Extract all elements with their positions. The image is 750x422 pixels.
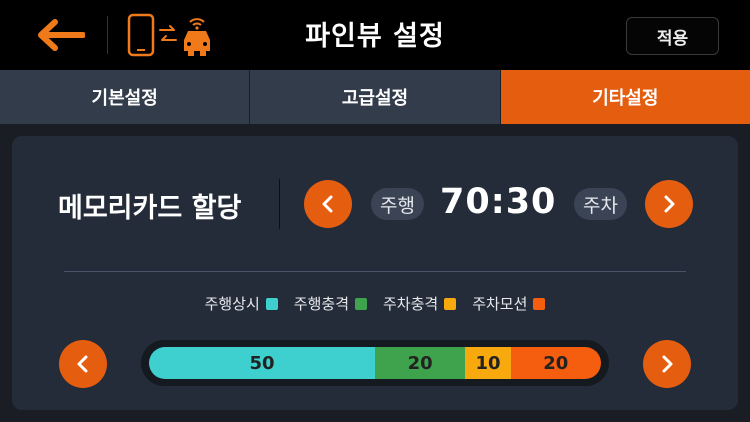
allocation-bar-track: 50 20 10 20 bbox=[141, 340, 609, 386]
bar-next-button[interactable] bbox=[643, 340, 691, 388]
legend-label: 주행상시 bbox=[204, 295, 260, 313]
segment-parking-impact: 10 bbox=[465, 347, 511, 379]
tab-basic-settings[interactable]: 기본설정 bbox=[0, 70, 251, 124]
back-button[interactable] bbox=[30, 14, 90, 56]
legend-swatch bbox=[355, 297, 367, 310]
legend-label: 주차모션 bbox=[472, 295, 528, 313]
tab-other-settings[interactable]: 기타설정 bbox=[500, 70, 750, 124]
apply-button[interactable]: 적용 bbox=[626, 17, 719, 55]
top-bar: 파인뷰 설정 적용 bbox=[0, 0, 750, 70]
legend-swatch bbox=[265, 297, 278, 310]
allocation-ratio: 70:30 bbox=[440, 182, 557, 222]
chevron-right-icon bbox=[662, 355, 673, 373]
chevron-left-icon bbox=[322, 195, 333, 213]
settings-tabs: 기본설정 고급설정 기타설정 bbox=[0, 70, 750, 124]
allocation-bar: 50 20 10 20 bbox=[149, 347, 601, 379]
bar-prev-button[interactable] bbox=[59, 340, 107, 388]
chevron-left-icon bbox=[77, 355, 88, 373]
tab-advanced-settings[interactable]: 고급설정 bbox=[250, 70, 501, 124]
memory-allocation-label: 메모리카드 할당 bbox=[58, 193, 242, 224]
legend-item-parking-motion: 주차모션 bbox=[472, 293, 546, 314]
legend-item-driving-normal: 주행상시 bbox=[205, 293, 278, 314]
phone-car-connection-icon bbox=[127, 13, 210, 57]
header-divider bbox=[107, 16, 108, 54]
legend-label: 주행충격 bbox=[293, 295, 349, 313]
legend-label: 주차충격 bbox=[383, 295, 439, 313]
ratio-prev-button[interactable] bbox=[304, 180, 352, 228]
legend-swatch bbox=[444, 297, 457, 310]
segment-driving-normal: 50 bbox=[149, 347, 375, 379]
parking-pill: 주차 bbox=[574, 188, 627, 220]
legend-item-parking-impact: 주차충격 bbox=[383, 293, 457, 314]
legend-swatch bbox=[533, 297, 546, 310]
allocation-legend: 주행상시 주행충격 주차충격 주차모션 bbox=[0, 293, 750, 314]
back-arrow-icon bbox=[38, 19, 85, 51]
segment-parking-motion: 20 bbox=[510, 347, 601, 379]
driving-pill: 주행 bbox=[371, 188, 424, 220]
chevron-right-icon bbox=[664, 195, 675, 213]
ratio-next-button[interactable] bbox=[645, 180, 693, 228]
segment-driving-impact: 20 bbox=[375, 347, 466, 379]
legend-item-driving-impact: 주행충격 bbox=[294, 293, 367, 314]
label-divider bbox=[279, 179, 280, 229]
section-divider bbox=[64, 271, 686, 272]
